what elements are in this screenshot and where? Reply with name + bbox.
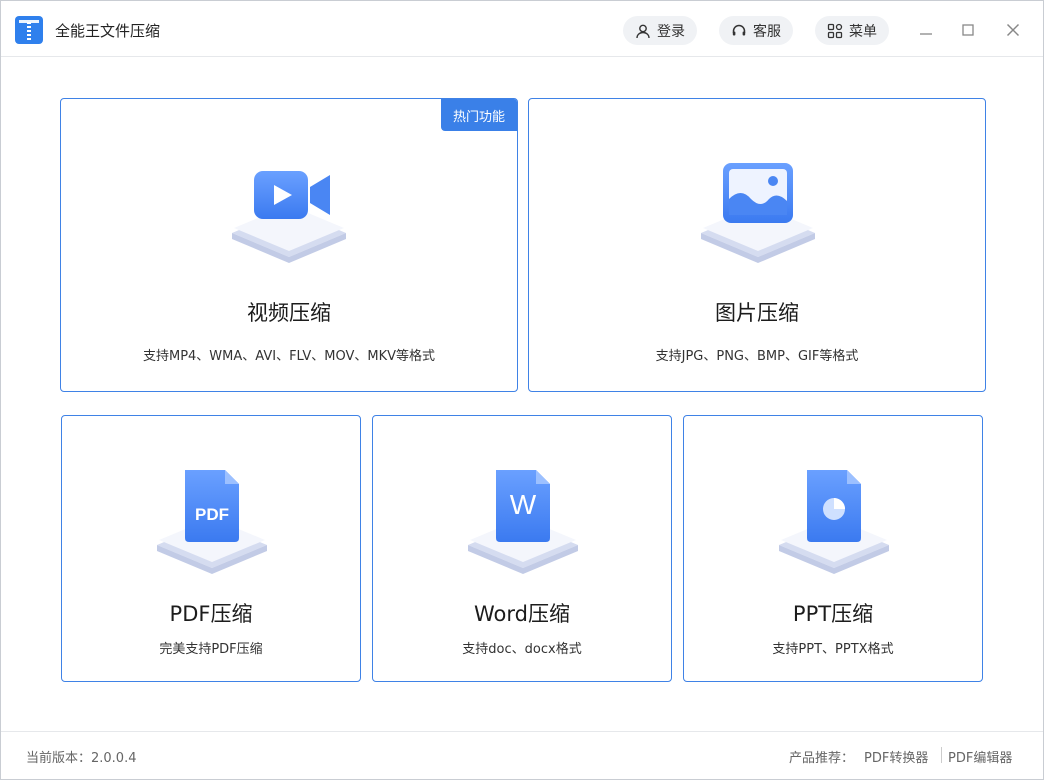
- image-card-title: 图片压缩: [715, 301, 799, 325]
- word-card-title: Word压缩: [474, 602, 570, 626]
- pdf-converter-link[interactable]: PDF转换器: [864, 747, 928, 766]
- word-file-icon: W: [468, 470, 578, 574]
- version-text: 当前版本：2.0.0.4: [26, 751, 137, 766]
- ppt-card-title: PPT压缩: [792, 602, 874, 626]
- image-compress-card[interactable]: 图片压缩 支持JPG、PNG、BMP、GIF等格式: [528, 98, 986, 392]
- word-compress-card[interactable]: W Word压缩 支持doc、docx格式: [372, 415, 672, 682]
- headset-icon: [732, 24, 746, 35]
- minimize-button[interactable]: [915, 19, 937, 41]
- pdf-card-desc: 完美支持PDF压缩: [159, 642, 263, 657]
- image-icon: [701, 163, 815, 263]
- recommend-label: 产品推荐：: [789, 751, 855, 766]
- word-card-desc: 支持doc、docx格式: [462, 642, 582, 657]
- service-label: 客服: [753, 23, 781, 40]
- app-window: 全能王文件压缩 登录 客服 菜单 热门功能 视频压缩 支持MP4、WMA、AVI…: [0, 0, 1044, 780]
- footer-divider: [941, 747, 942, 763]
- menu-label: 菜单: [849, 23, 877, 40]
- maximize-button[interactable]: [957, 19, 979, 41]
- service-button[interactable]: 客服: [719, 16, 793, 45]
- footer-bar: 当前版本：2.0.0.4 产品推荐： PDF转换器 PDF编辑器: [1, 731, 1043, 779]
- user-icon: [636, 24, 650, 38]
- pdf-file-icon: PDF: [157, 470, 267, 574]
- video-card-desc: 支持MP4、WMA、AVI、FLV、MOV、MKV等格式: [142, 349, 435, 364]
- close-button[interactable]: [1002, 19, 1024, 41]
- close-icon: [1006, 23, 1020, 37]
- app-title: 全能王文件压缩: [55, 22, 161, 40]
- menu-button[interactable]: 菜单: [815, 16, 889, 45]
- pdf-icon-label: PDF: [195, 505, 229, 524]
- ppt-card-desc: 支持PPT、PPTX格式: [772, 642, 894, 657]
- maximize-icon: [962, 24, 974, 36]
- login-button[interactable]: 登录: [623, 16, 697, 45]
- title-bar: 全能王文件压缩 登录 客服 菜单: [1, 1, 1043, 57]
- video-camera-icon: [232, 171, 346, 263]
- minimize-icon: [920, 33, 932, 35]
- pdf-compress-card[interactable]: PDF PDF压缩 完美支持PDF压缩: [61, 415, 361, 682]
- video-compress-card[interactable]: 热门功能 视频压缩 支持MP4、WMA、AVI、FLV、MOV、MKV等格式: [60, 98, 518, 392]
- ppt-compress-card[interactable]: PPT压缩 支持PPT、PPTX格式: [683, 415, 983, 682]
- grid-icon: [827, 23, 843, 38]
- image-card-desc: 支持JPG、PNG、BMP、GIF等格式: [655, 349, 859, 364]
- pdf-card-title: PDF压缩: [169, 602, 253, 626]
- login-label: 登录: [657, 23, 685, 40]
- video-card-title: 视频压缩: [247, 301, 331, 325]
- word-icon-label: W: [510, 489, 537, 520]
- hot-feature-badge: 热门功能: [441, 99, 517, 131]
- pdf-editor-link[interactable]: PDF编辑器: [948, 747, 1012, 766]
- ppt-file-icon: [779, 470, 889, 574]
- app-logo-icon: [15, 16, 43, 44]
